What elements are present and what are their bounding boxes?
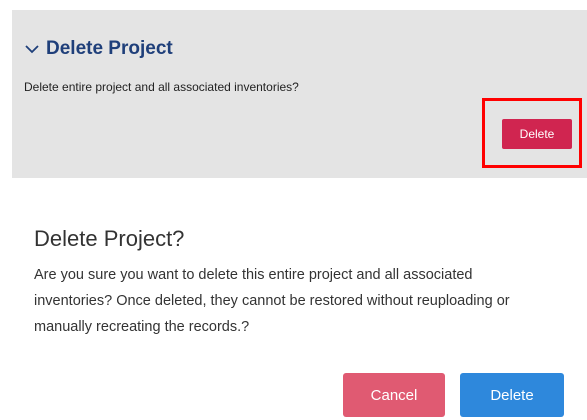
confirm-delete-button[interactable]: Delete: [460, 373, 564, 417]
panel-header[interactable]: Delete Project: [24, 38, 173, 60]
chevron-down-icon[interactable]: [24, 43, 40, 55]
panel-title: Delete Project: [46, 38, 173, 59]
cancel-button[interactable]: Cancel: [343, 373, 445, 417]
dialog-title: Delete Project?: [34, 226, 185, 251]
page: Delete Project Delete entire project and…: [0, 0, 587, 420]
panel-description: Delete entire project and all associated…: [24, 80, 299, 94]
dialog-body: Are you sure you want to delete this ent…: [34, 267, 510, 335]
panel-delete-button[interactable]: Delete: [502, 119, 572, 149]
